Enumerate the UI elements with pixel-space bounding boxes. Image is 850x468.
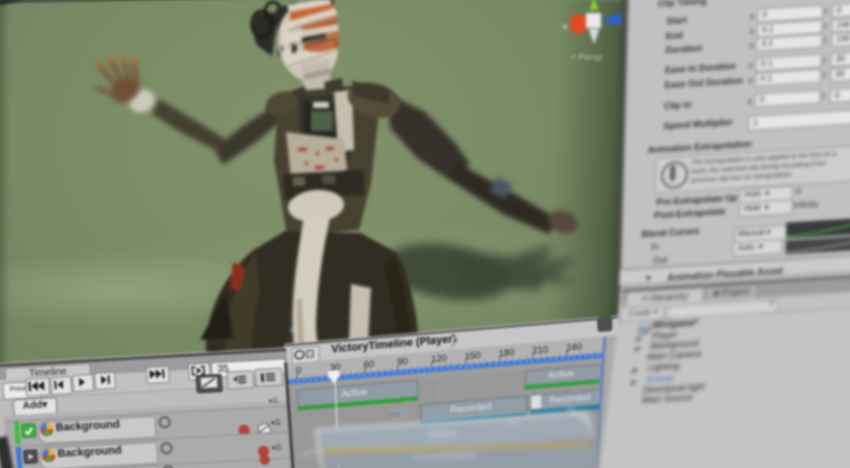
svg-text:1.1: 1.1 <box>506 420 519 431</box>
svg-text:Dance: Dance <box>428 428 458 441</box>
